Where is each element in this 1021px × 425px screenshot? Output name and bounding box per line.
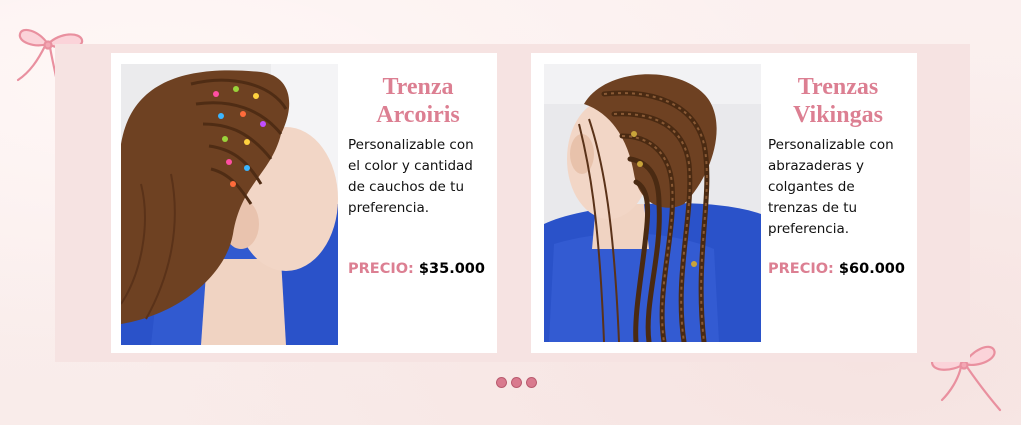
product-description: Personalizable con abrazaderas y colgant…	[768, 137, 894, 237]
product-title: Trenza Arcoiris	[376, 74, 460, 128]
product-price: PRECIO: $60.000	[768, 261, 905, 277]
price-value: $35.000	[418, 261, 485, 277]
product-card-trenzas-vikingas[interactable]: Trenzas Vikingas Personalizable con abra…	[531, 53, 917, 353]
carousel-pagination	[496, 377, 537, 388]
product-description: Personalizable con el color y cantidad d…	[348, 137, 474, 216]
product-title: Trenzas Vikingas	[793, 74, 883, 128]
product-info: Trenzas Vikingas Personalizable con abra…	[768, 73, 908, 240]
price-label: PRECIO:	[768, 261, 834, 277]
carousel-dot-3[interactable]	[526, 377, 537, 388]
product-photo-trenzas-vikingas	[544, 64, 761, 342]
product-card-trenza-arcoiris[interactable]: Trenza Arcoiris Personalizable con el co…	[111, 53, 497, 353]
product-price: PRECIO: $35.000	[348, 261, 485, 277]
product-photo-trenza-arcoiris	[121, 64, 338, 345]
carousel-dot-2[interactable]	[511, 377, 522, 388]
price-label: PRECIO:	[348, 261, 414, 277]
price-value: $60.000	[838, 261, 905, 277]
carousel-dot-1[interactable]	[496, 377, 507, 388]
product-info: Trenza Arcoiris Personalizable con el co…	[348, 73, 488, 219]
